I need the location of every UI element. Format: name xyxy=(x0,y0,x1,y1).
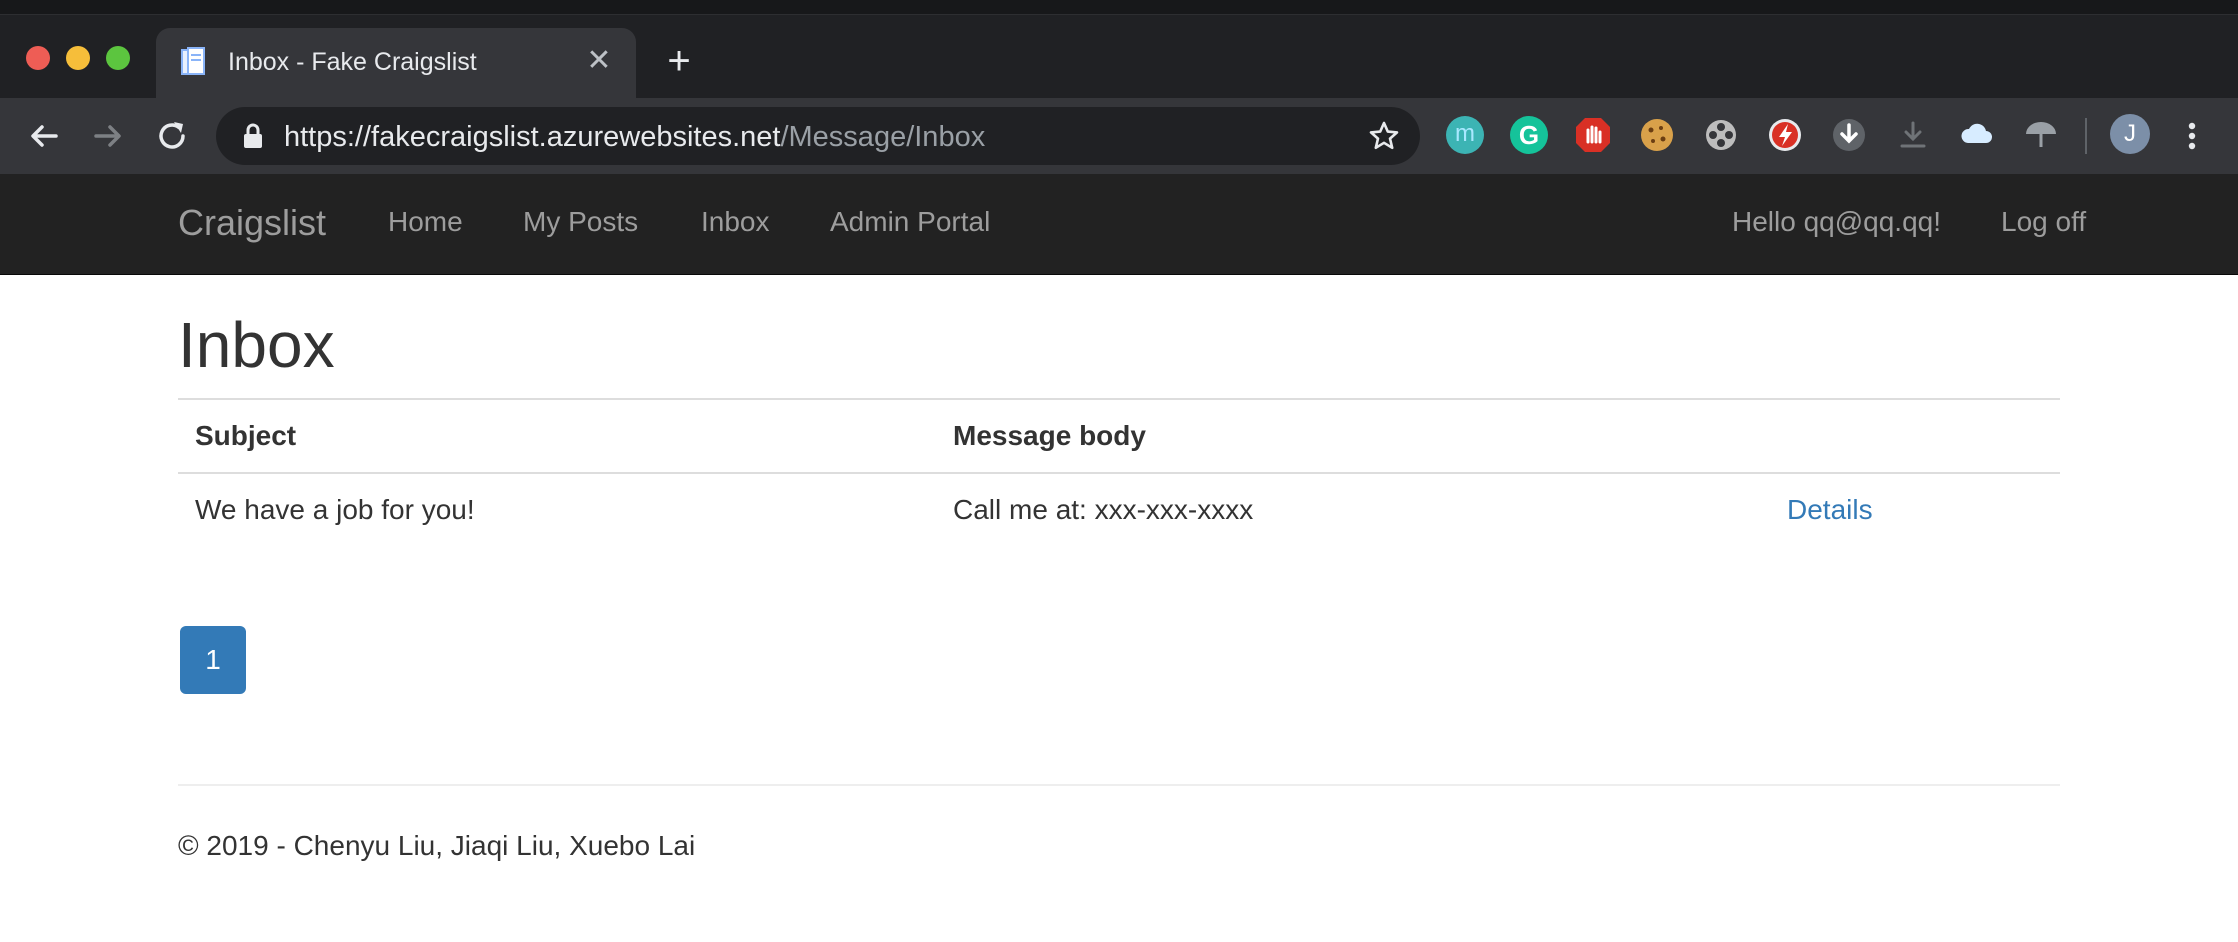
url-host: https://fakecraigslist.azurewebsites.net xyxy=(284,121,781,153)
document-favicon-icon xyxy=(181,47,205,75)
browser-titlebar: Inbox - Fake Craigslist ✕ + xyxy=(0,0,2238,98)
table-header-rule xyxy=(178,472,2060,474)
kebab-menu-icon[interactable] xyxy=(2180,116,2204,156)
browser-tab-active[interactable]: Inbox - Fake Craigslist ✕ xyxy=(156,28,636,98)
forward-arrow-icon[interactable] xyxy=(88,116,128,156)
extension-m-icon[interactable]: m xyxy=(1446,116,1484,154)
film-reel-icon[interactable] xyxy=(1702,116,1740,154)
url-path: /Message/Inbox xyxy=(780,121,986,153)
message-details-link[interactable]: Details xyxy=(1787,494,1873,526)
site-brand-link[interactable]: Craigslist xyxy=(178,202,326,244)
site-navbar: Craigslist Home My Posts Inbox Admin Por… xyxy=(0,174,2238,275)
lock-icon xyxy=(244,123,262,148)
column-header-message-body: Message body xyxy=(953,420,1146,451)
star-icon[interactable] xyxy=(1368,120,1400,152)
macos-menubar-strip xyxy=(0,0,2238,15)
browser-toolbar: https://fakecraigslist.azurewebsites.net… xyxy=(0,98,2238,174)
umbrella-icon[interactable] xyxy=(2022,116,2060,154)
window-zoom-button[interactable] xyxy=(106,46,130,70)
grammarly-icon[interactable]: G xyxy=(1510,116,1548,154)
download-tray-icon[interactable] xyxy=(1894,116,1932,154)
cloud-icon[interactable] xyxy=(1958,116,1996,154)
flash-icon[interactable] xyxy=(1766,116,1804,154)
table-top-rule xyxy=(178,398,2060,400)
nav-my-posts-link[interactable]: My Posts xyxy=(523,206,638,238)
back-arrow-icon[interactable] xyxy=(24,116,64,156)
address-bar[interactable]: https://fakecraigslist.azurewebsites.net… xyxy=(216,107,1420,165)
nav-admin-portal-link[interactable]: Admin Portal xyxy=(830,206,990,238)
profile-avatar[interactable]: J xyxy=(2110,114,2150,154)
nav-log-off-link[interactable]: Log off xyxy=(2001,206,2086,238)
tab-close-icon[interactable]: ✕ xyxy=(582,44,616,78)
url-text: https://fakecraigslist.azurewebsites.net… xyxy=(284,121,985,154)
stop-hand-icon[interactable] xyxy=(1574,116,1612,154)
cookie-icon[interactable] xyxy=(1638,116,1676,154)
new-tab-plus-icon[interactable]: + xyxy=(660,41,698,81)
message-subject: We have a job for you! xyxy=(195,494,475,525)
column-header-subject: Subject xyxy=(195,420,297,451)
message-body: Call me at: xxx-xxx-xxxx xyxy=(953,494,1254,525)
toolbar-separator xyxy=(2085,118,2087,154)
tab-title: Inbox - Fake Craigslist xyxy=(228,48,477,76)
footer-divider xyxy=(178,784,2060,786)
window-minimize-button[interactable] xyxy=(66,46,90,70)
page-title: Inbox xyxy=(178,309,335,381)
pagination-page-1-button[interactable]: 1 xyxy=(180,626,246,694)
download-circle-icon[interactable] xyxy=(1830,116,1868,154)
nav-home-link[interactable]: Home xyxy=(388,206,463,238)
nav-user-greeting-link[interactable]: Hello qq@qq.qq! xyxy=(1732,206,1941,238)
nav-inbox-link[interactable]: Inbox xyxy=(701,206,770,238)
window-close-button[interactable] xyxy=(26,46,50,70)
footer-copyright: © 2019 - Chenyu Liu, Jiaqi Liu, Xuebo La… xyxy=(178,830,696,861)
reload-icon[interactable] xyxy=(152,116,192,156)
